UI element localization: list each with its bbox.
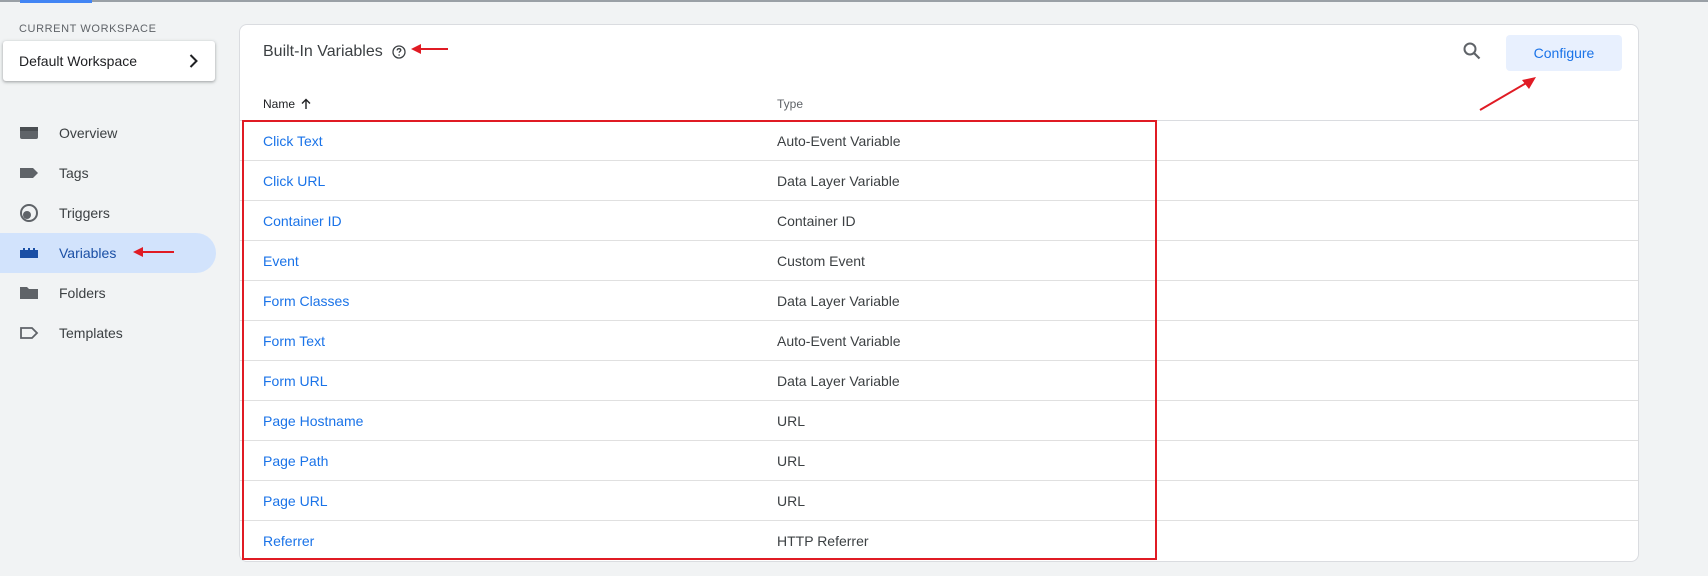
sidebar-item-label: Triggers — [59, 205, 110, 221]
sidebar-item-folders[interactable]: Folders — [0, 273, 216, 313]
variable-type: URL — [777, 412, 806, 429]
column-header-name[interactable]: Name — [240, 97, 777, 111]
table-row: Referrer HTTP Referrer — [240, 521, 1638, 561]
table-row: Form URL Data Layer Variable — [240, 361, 1638, 401]
card-header: Built-In Variables — [263, 43, 407, 61]
search-icon — [1463, 42, 1481, 65]
sidebar-nav: Overview Tags Triggers Variables Folders… — [0, 113, 216, 353]
variable-name-link[interactable]: Click Text — [240, 133, 777, 149]
chevron-right-icon — [187, 54, 199, 68]
sidebar-item-label: Overview — [59, 125, 118, 141]
variable-type: URL — [777, 452, 806, 469]
workspace-name: Default Workspace — [19, 53, 138, 69]
table-row: Page Path URL — [240, 441, 1638, 481]
sidebar-item-label: Variables — [59, 245, 117, 261]
variable-name-link[interactable]: Click URL — [240, 173, 777, 189]
variable-type: URL — [777, 492, 806, 509]
table-header: Name Type — [240, 87, 1638, 121]
top-tab-indicator — [20, 0, 92, 3]
variable-type: HTTP Referrer — [777, 533, 869, 549]
variable-name-link[interactable]: Event — [240, 253, 777, 269]
sidebar-item-label: Templates — [59, 325, 123, 341]
workspace-label: CURRENT WORKSPACE — [19, 23, 157, 35]
variable-name-link[interactable]: Page Path — [240, 453, 777, 469]
workspace-selector[interactable]: Default Workspace — [3, 41, 215, 81]
variables-icon — [19, 243, 39, 263]
table-row: Event Custom Event — [240, 241, 1638, 281]
top-border — [0, 0, 1708, 2]
variables-table: Name Type Click Text Auto-Event Variable C… — [240, 87, 1638, 561]
tag-icon — [19, 163, 39, 183]
variable-type: Auto-Event Variable — [777, 332, 901, 349]
sidebar-item-label: Tags — [59, 165, 89, 181]
overview-icon — [19, 123, 39, 143]
variable-name-link[interactable]: Form Text — [240, 333, 777, 349]
table-row: Click URL Data Layer Variable — [240, 161, 1638, 201]
variable-type: Custom Event — [777, 252, 865, 269]
variable-name-link[interactable]: Page Hostname — [240, 413, 777, 429]
variable-name-link[interactable]: Container ID — [240, 213, 777, 229]
table-row: Page URL URL — [240, 481, 1638, 521]
column-header-type[interactable]: Type — [777, 97, 803, 111]
table-row: Form Classes Data Layer Variable — [240, 281, 1638, 321]
sidebar-item-triggers[interactable]: Triggers — [0, 193, 216, 233]
variable-type: Data Layer Variable — [777, 172, 900, 189]
template-icon — [19, 323, 39, 343]
sidebar-item-tags[interactable]: Tags — [0, 153, 216, 193]
sidebar-item-label: Folders — [59, 285, 106, 301]
variable-name-link[interactable]: Form Classes — [240, 293, 777, 309]
column-header-label: Name — [263, 96, 296, 111]
page-title: Built-In Variables — [263, 43, 383, 60]
trigger-icon — [19, 203, 39, 223]
variable-type: Auto-Event Variable — [777, 132, 901, 149]
help-icon[interactable] — [391, 44, 407, 60]
sidebar-item-overview[interactable]: Overview — [0, 113, 216, 153]
variable-name-link[interactable]: Referrer — [240, 533, 777, 549]
table-row: Form Text Auto-Event Variable — [240, 321, 1638, 361]
variable-type: Data Layer Variable — [777, 372, 900, 389]
sidebar-item-templates[interactable]: Templates — [0, 313, 216, 353]
table-body: Click Text Auto-Event Variable Click URL Da… — [240, 121, 1638, 561]
arrow-up-icon — [300, 98, 312, 110]
search-button[interactable] — [1458, 39, 1486, 67]
configure-button[interactable]: Configure — [1506, 35, 1622, 71]
variable-type: Container ID — [777, 212, 856, 229]
variable-name-link[interactable]: Form URL — [240, 373, 777, 389]
variable-name-link[interactable]: Page URL — [240, 493, 777, 509]
built-in-variables-card: Built-In Variables Configure Name Type C… — [239, 24, 1639, 562]
table-row: Container ID Container ID — [240, 201, 1638, 241]
sidebar-item-variables[interactable]: Variables — [0, 233, 216, 273]
folder-icon — [19, 283, 39, 303]
variable-type: Data Layer Variable — [777, 292, 900, 309]
table-row: Page Hostname URL — [240, 401, 1638, 441]
table-row: Click Text Auto-Event Variable — [240, 121, 1638, 161]
